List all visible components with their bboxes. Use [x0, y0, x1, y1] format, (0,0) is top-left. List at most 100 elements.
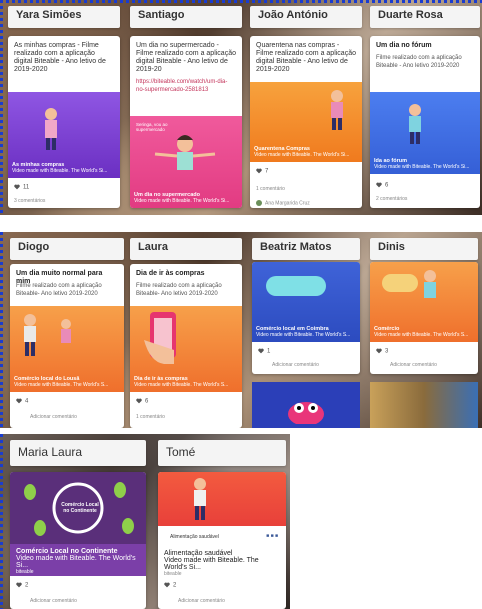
add-comment-link[interactable]: Adicionar comentário [272, 362, 319, 368]
video-thumbnail[interactable]: Comércio Video made with Biteable. The Wo… [370, 262, 478, 342]
comment-count[interactable]: 3 comentários [14, 198, 45, 204]
post-link[interactable]: https://biteable.com/watch/um-dia-no-sup… [136, 78, 236, 94]
column-title: Yara Simões [16, 9, 82, 21]
video-subtitle: Video made with Biteable. The World's Si… [164, 557, 259, 571]
comment-count[interactable]: 1 comentário [256, 186, 285, 192]
video-thumbnail[interactable]: Comércio local do Lousã Video made with B… [10, 306, 124, 392]
column-laura: Laura Dia de ir às compras Filme realiza… [130, 232, 242, 428]
phone-illustration-icon [144, 312, 176, 364]
video-thumbnail[interactable]: As minhas compras Video made with Biteabl… [8, 92, 120, 178]
monster-icon [288, 402, 324, 424]
column-title: Dinis [378, 241, 405, 253]
heart-icon [136, 398, 142, 404]
column-header[interactable]: Beatriz Matos [252, 238, 360, 260]
heart-icon [376, 182, 382, 188]
post-card[interactable]: Um dia no supermercado - Filme realizado… [130, 36, 242, 208]
share-icons[interactable]: ■ ■ ■ [266, 533, 278, 539]
add-comment-link[interactable]: Adicionar comentário [30, 414, 77, 420]
avatar [256, 200, 262, 206]
comment-author: Ana Margarida Cruz [256, 200, 310, 206]
thumb-speech-text: Seringa, vou ao supermercado [136, 122, 168, 132]
add-comment-link[interactable]: Adicionar comentário [178, 598, 225, 604]
column-header[interactable]: Laura [130, 238, 242, 260]
add-comment-link[interactable]: Adicionar comentário [390, 362, 437, 368]
column-yara: Yara Simões As minhas compras - Filme re… [8, 0, 120, 215]
comment-count[interactable]: 1 comentário [136, 414, 165, 420]
post-card[interactable]: Quarentena nas compras - Filme realizado… [250, 36, 362, 208]
heart-icon [258, 348, 264, 354]
video-title: Alimentação saudável [164, 550, 233, 557]
video-thumbnail[interactable]: Seringa, vou ao supermercado Um dia no s… [130, 116, 242, 208]
padlet-tile-3: Maria Laura Comércio Local no Continente… [0, 434, 290, 609]
selection-border-left [0, 232, 3, 428]
video-source: biteable [164, 571, 182, 577]
column-title: Laura [138, 241, 168, 253]
video-thumbnail[interactable]: Comércio local em Coimbra Video made with… [252, 262, 360, 342]
post-card[interactable]: Um dia no fórum Filme realizado com a ap… [370, 36, 480, 208]
like-count[interactable]: 2 [16, 582, 28, 589]
column-tome: Tomé Alimentação saudável ■ ■ ■ Alimenta… [158, 434, 286, 609]
like-count[interactable]: 4 [16, 398, 28, 405]
post-title: Dia de ir às compras [136, 270, 205, 277]
like-count[interactable]: 6 [376, 182, 388, 189]
like-count[interactable]: 2 [164, 582, 176, 589]
post-description: Filme realizado com a aplicação Biteable… [376, 55, 462, 69]
column-title: Tomé [166, 445, 196, 459]
add-comment-link[interactable]: Adicionar comentário [30, 598, 77, 604]
person-illustration-icon [45, 108, 57, 150]
column-title: João António [258, 9, 328, 21]
column-header[interactable]: Yara Simões [8, 6, 120, 28]
person-illustration-icon [409, 104, 421, 144]
column-title: Duarte Rosa [378, 9, 443, 21]
column-joao-antonio: João António Quarentena nas compras - Fi… [250, 0, 362, 215]
video-thumbnail[interactable]: Ida ao fórum Video made with Biteable. Th… [370, 92, 480, 174]
post-card[interactable]: Dia de ir às compras Filme realizado com… [130, 264, 242, 428]
column-maria-laura: Maria Laura Comércio Local no Continente… [10, 434, 146, 609]
like-count[interactable]: 1 [258, 348, 270, 355]
column-title: Diogo [18, 241, 50, 253]
post-title: Um dia no fórum [376, 42, 432, 49]
post-card[interactable]: Um dia muito normal para mim Filme reali… [10, 264, 124, 428]
post-card[interactable]: Comércio Video made with Biteable. The Wo… [370, 262, 478, 374]
thumb-subtitle: Video made with Biteable. The World's S.… [134, 382, 229, 388]
column-header[interactable]: Maria Laura [10, 440, 146, 466]
video-thumbnail[interactable]: Quarentena Compras Video made with Biteab… [250, 82, 362, 162]
thumb-subtitle: Video made with Biteable. The World's Si… [12, 168, 108, 174]
video-overlay-label: Alimentação saudável [170, 534, 219, 540]
column-title: Maria Laura [18, 445, 83, 459]
post-card[interactable]: Comércio local em Coimbra Video made with… [252, 262, 360, 374]
column-header[interactable]: João António [250, 6, 362, 28]
selection-border-left [0, 0, 3, 215]
video-source: biteable [16, 569, 34, 575]
thumb-subtitle: Video made with Biteable. The World's Si… [254, 152, 350, 158]
post-card[interactable]: As minhas compras - Filme realizado com … [8, 36, 120, 208]
heart-icon [16, 582, 22, 588]
column-header[interactable]: Tomé [158, 440, 286, 466]
thumb-subtitle: Video made with Biteable. The World's Si… [134, 198, 230, 204]
column-diogo: Diogo Um dia muito normal para mim Filme… [10, 232, 124, 428]
like-count[interactable]: 3 [376, 348, 388, 355]
thumb-subtitle: Video made with Biteable. The World's Si… [374, 164, 470, 170]
like-count[interactable]: 11 [14, 184, 29, 191]
heart-icon [256, 168, 262, 174]
column-header[interactable]: Diogo [10, 238, 124, 260]
column-header[interactable]: Santiago [130, 6, 242, 28]
column-header[interactable]: Dinis [370, 238, 478, 260]
like-count[interactable]: 7 [256, 168, 268, 175]
person-illustration-icon [331, 90, 343, 130]
post-card[interactable]: Alimentação saudável ■ ■ ■ Alimentação s… [158, 472, 286, 609]
column-header[interactable]: Duarte Rosa [370, 6, 480, 28]
post-description: Filme realizado com a aplicação Biteable… [16, 283, 102, 297]
video-thumbnail[interactable] [158, 472, 286, 526]
comment-count[interactable]: 2 comentários [376, 196, 407, 202]
video-title: Comércio Local no Continente [16, 548, 118, 555]
post-card[interactable]: Comércio Local no Continente Comércio Lo… [10, 472, 146, 609]
padlet-tile-2: Diogo Um dia muito normal para mim Filme… [0, 232, 482, 428]
video-thumbnail[interactable]: Dia de ir às compras Video made with Bite… [130, 306, 242, 392]
column-duarte-rosa: Duarte Rosa Um dia no fórum Filme realiz… [370, 0, 480, 215]
monster-image [252, 382, 360, 428]
like-count[interactable]: 6 [136, 398, 148, 405]
video-thumbnail[interactable]: Comércio Local no Continente [10, 472, 146, 544]
padlet-tile-1: Yara Simões As minhas compras - Filme re… [0, 0, 482, 215]
thumb-subtitle: Video made with Biteable. The World's S.… [256, 332, 351, 338]
